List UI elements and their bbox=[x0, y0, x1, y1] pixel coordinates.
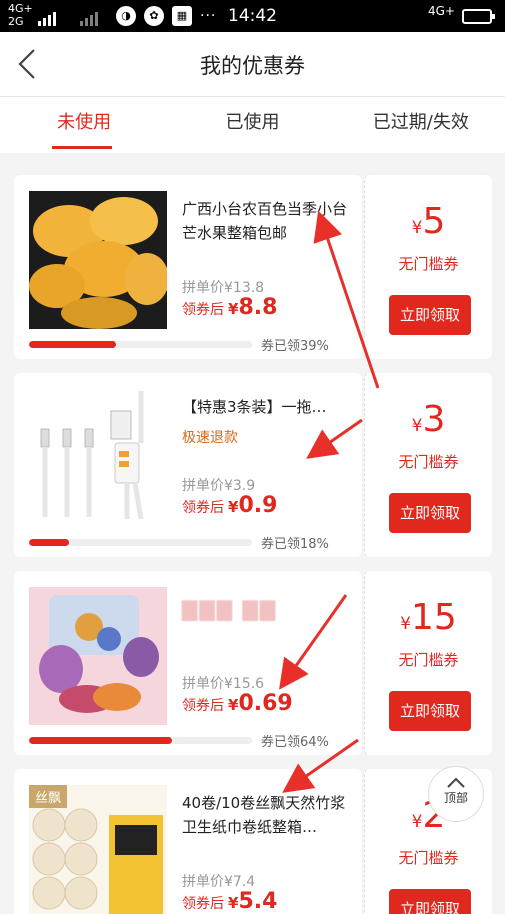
product-panel[interactable]: 【特惠3条装】一拖… 极速退款 拼单价¥3.9 领券后 ¥0.9 券已领18% bbox=[14, 373, 362, 557]
amount-value: 15 bbox=[411, 597, 457, 638]
claim-button[interactable]: 立即领取 bbox=[389, 691, 471, 731]
coupon-panel: ¥15 无门槛券 立即领取 bbox=[364, 571, 492, 755]
currency-symbol: ¥ bbox=[228, 696, 239, 714]
tag-fast-refund: 极速退款 bbox=[182, 430, 238, 446]
coupon-panel: ¥5 无门槛券 立即领取 bbox=[364, 175, 492, 359]
group-price-value: ¥13.8 bbox=[224, 280, 265, 296]
product-image bbox=[29, 587, 167, 725]
coupon-panel: ¥3 无门槛券 立即领取 bbox=[364, 373, 492, 557]
network-indicator: 4G+ 2G bbox=[8, 2, 33, 28]
page-title: 我的优惠券 bbox=[200, 54, 305, 78]
back-to-top-button[interactable]: 顶部 bbox=[428, 766, 484, 822]
coupon-card[interactable]: ▇▇▇ ▇▇ 拼单价¥15.6 领券后 ¥0.69 券已领64% ¥15 无门槛券… bbox=[14, 571, 492, 755]
coupon-price-value: 0.9 bbox=[238, 493, 278, 518]
tab-bar: 未使用 已使用 已过期/失效 bbox=[0, 97, 505, 153]
product-panel[interactable]: 广西小台农百色当季小台芒水果整箱包邮 拼单价¥13.8 领券后 ¥8.8 券已领3… bbox=[14, 175, 362, 359]
claimed-percent: 券已领39% bbox=[261, 339, 329, 354]
amount-currency: ¥ bbox=[411, 812, 423, 832]
group-price: 拼单价¥15.6 bbox=[182, 673, 264, 693]
group-price-value: ¥7.4 bbox=[224, 874, 256, 890]
group-price-label: 拼单价 bbox=[182, 280, 224, 296]
coupon-card[interactable]: 【特惠3条装】一拖… 极速退款 拼单价¥3.9 领券后 ¥0.9 券已领18% ¥… bbox=[14, 373, 492, 557]
clock: 14:42 bbox=[228, 6, 277, 26]
notification-icons: ◑ ✿ ▦ ··· bbox=[116, 6, 216, 26]
coupon-price-label: 领券后 bbox=[182, 500, 224, 516]
amount-value: 5 bbox=[422, 201, 446, 242]
group-price-value: ¥3.9 bbox=[224, 478, 256, 494]
group-price-label: 拼单价 bbox=[182, 676, 224, 692]
product-title: 广西小台农百色当季小台芒水果整箱包邮 bbox=[182, 200, 348, 242]
amount-currency: ¥ bbox=[411, 218, 423, 238]
claim-button[interactable]: 立即领取 bbox=[389, 493, 471, 533]
product-image: 丝飘 bbox=[29, 785, 167, 914]
back-to-top-label: 顶部 bbox=[443, 791, 468, 805]
coupon-amount: ¥5 bbox=[365, 201, 492, 242]
signal-icon bbox=[38, 6, 56, 26]
app-icon: ◑ bbox=[116, 6, 136, 26]
app-icon-2: ✿ bbox=[144, 6, 164, 26]
coupon-amount: ¥15 bbox=[365, 597, 492, 638]
header: 我的优惠券 bbox=[0, 32, 505, 97]
claimed-percent: 券已领64% bbox=[261, 735, 329, 750]
claim-progress-bar bbox=[29, 341, 252, 348]
amount-currency: ¥ bbox=[400, 614, 411, 634]
coupon-type: 无门槛券 bbox=[398, 255, 459, 273]
product-title: 40卷/10卷丝飘天然竹浆卫生纸巾卷纸整箱… bbox=[182, 794, 346, 836]
coupon-price-value: 0.69 bbox=[238, 691, 293, 716]
coupon-type: 无门槛券 bbox=[398, 849, 459, 867]
currency-symbol: ¥ bbox=[228, 300, 239, 318]
coupon-card[interactable]: 丝飘 40卷/10卷丝飘天然竹浆卫生纸巾卷纸整箱… 拼单价¥7.4 领券后 ¥5.… bbox=[14, 769, 492, 914]
group-price-label: 拼单价 bbox=[182, 874, 224, 890]
group-price: 拼单价¥7.4 bbox=[182, 871, 255, 891]
product-title: 【特惠3条装】一拖… bbox=[182, 398, 327, 416]
app-icon-3: ▦ bbox=[172, 6, 192, 26]
signal-icon-2 bbox=[80, 6, 98, 26]
claim-progress-fill bbox=[29, 539, 70, 546]
tab-used[interactable]: 已使用 bbox=[168, 97, 336, 153]
claim-progress-bar bbox=[29, 539, 252, 546]
battery-icon bbox=[462, 9, 495, 24]
claim-progress-fill bbox=[29, 737, 172, 744]
claim-button[interactable]: 立即领取 bbox=[389, 889, 471, 914]
coupon-price: 领券后 ¥8.8 bbox=[182, 295, 277, 320]
tab-unused[interactable]: 未使用 bbox=[0, 97, 168, 153]
network-label-1: 4G+ bbox=[8, 2, 33, 15]
claimed-percent: 券已领18% bbox=[261, 537, 329, 552]
product-image bbox=[29, 191, 167, 329]
coupon-type: 无门槛券 bbox=[398, 651, 459, 669]
coupon-price-label: 领券后 bbox=[182, 896, 224, 912]
more-notifications: ··· bbox=[200, 8, 217, 24]
group-price-value: ¥15.6 bbox=[224, 676, 265, 692]
claim-button[interactable]: 立即领取 bbox=[389, 295, 471, 335]
claim-progress-fill bbox=[29, 341, 116, 348]
coupon-card[interactable]: 广西小台农百色当季小台芒水果整箱包邮 拼单价¥13.8 领券后 ¥8.8 券已领3… bbox=[14, 175, 492, 359]
tab-expired[interactable]: 已过期/失效 bbox=[337, 97, 505, 153]
status-bar: 4G+ 2G ◑ ✿ ▦ ··· 14:42 4G+ bbox=[0, 0, 505, 32]
coupon-price: 领券后 ¥0.9 bbox=[182, 493, 277, 518]
product-panel[interactable]: 丝飘 40卷/10卷丝飘天然竹浆卫生纸巾卷纸整箱… 拼单价¥7.4 领券后 ¥5.… bbox=[14, 769, 362, 914]
coupon-price-label: 领券后 bbox=[182, 698, 224, 714]
coupon-type: 无门槛券 bbox=[398, 453, 459, 471]
coupon-price-value: 8.8 bbox=[238, 295, 278, 320]
product-image bbox=[29, 389, 167, 527]
coupon-price-label: 领券后 bbox=[182, 302, 224, 318]
currency-symbol: ¥ bbox=[228, 894, 239, 912]
network-label-2: 2G bbox=[8, 15, 24, 28]
claim-progress-bar bbox=[29, 737, 252, 744]
brand-badge: 丝飘 bbox=[29, 785, 68, 808]
coupon-price-value: 5.4 bbox=[238, 889, 278, 914]
coupon-price: 领券后 ¥0.69 bbox=[182, 691, 293, 716]
coupon-amount: ¥3 bbox=[365, 399, 492, 440]
product-panel[interactable]: ▇▇▇ ▇▇ 拼单价¥15.6 领券后 ¥0.69 券已领64% bbox=[14, 571, 362, 755]
amount-currency: ¥ bbox=[411, 416, 423, 436]
group-price-label: 拼单价 bbox=[182, 478, 224, 494]
amount-value: 3 bbox=[422, 399, 446, 440]
group-price: 拼单价¥3.9 bbox=[182, 475, 255, 495]
network-label-right: 4G+ bbox=[428, 4, 455, 18]
group-price: 拼单价¥13.8 bbox=[182, 277, 264, 297]
blurred-title: ▇▇▇ ▇▇ bbox=[182, 597, 278, 621]
coupon-price: 领券后 ¥5.4 bbox=[182, 889, 277, 914]
currency-symbol: ¥ bbox=[228, 498, 239, 516]
